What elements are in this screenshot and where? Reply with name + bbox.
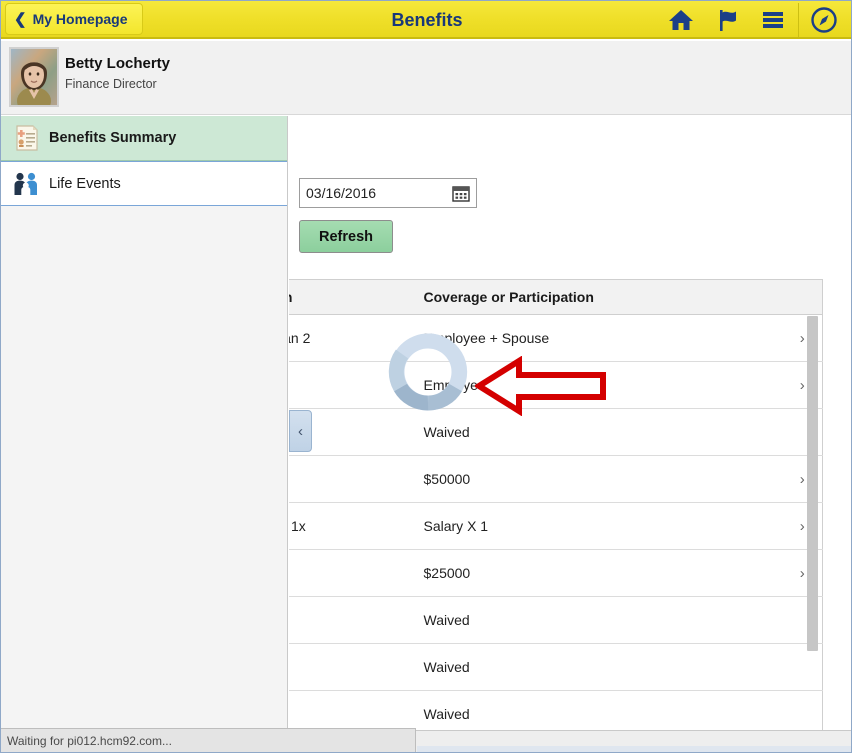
cell-coverage: Waived xyxy=(411,690,783,730)
flag-icon[interactable] xyxy=(704,1,750,39)
chevron-right-icon[interactable]: › xyxy=(800,330,805,347)
table-row[interactable]: Basic Life Plan $50000 › xyxy=(289,455,823,503)
chevron-left-icon: ❮ xyxy=(14,10,27,28)
cell-coverage: Waived xyxy=(411,408,783,456)
user-banner: Betty Locherty Finance Director xyxy=(1,41,851,115)
sidebar-item-life-events[interactable]: Life Events xyxy=(1,161,287,206)
content-panel: 03/16/2016 Refresh Coverage or Participa… xyxy=(289,116,851,730)
sidebar-item-label: Benefits Summary xyxy=(49,130,177,146)
loading-spinner xyxy=(385,329,471,415)
cell-coverage: $50000 xyxy=(411,455,783,503)
table-row[interactable]: Medical HMO Plan 2 Employee + Spouse › xyxy=(289,314,823,362)
as-of-date-field[interactable]: 03/16/2016 xyxy=(299,178,477,208)
user-job-title: Finance Director xyxy=(65,77,157,91)
top-navigation-bar: ❮ My Homepage Benefits xyxy=(1,1,851,39)
benefits-document-icon xyxy=(9,121,43,155)
cell-plan-description xyxy=(289,643,412,691)
table-row[interactable]: Waived xyxy=(289,596,823,644)
horizontal-scrollbar[interactable] xyxy=(417,746,851,752)
topbar-divider xyxy=(798,3,799,37)
browser-status-bar: Waiting for pi012.hcm92.com... xyxy=(1,728,416,752)
family-group-icon xyxy=(9,167,43,201)
column-header-blank xyxy=(782,279,823,315)
table-row[interactable]: Waived xyxy=(289,643,823,691)
calendar-icon[interactable] xyxy=(452,184,470,202)
sidebar-item-benefits-summary[interactable]: Benefits Summary xyxy=(1,116,287,161)
my-homepage-back-button[interactable]: ❮ My Homepage xyxy=(5,3,143,35)
chevron-right-icon[interactable]: › xyxy=(800,518,805,535)
cell-coverage: Salary X 1 xyxy=(411,502,783,550)
as-of-date-value: 03/16/2016 xyxy=(306,185,377,201)
benefits-table: Plan Description Coverage or Participati… xyxy=(289,279,823,730)
status-text: Waiting for pi012.hcm92.com... xyxy=(7,733,172,748)
table-row[interactable]: Flat 25K AD&D $25000 › xyxy=(289,549,823,597)
table-vertical-scrollbar[interactable] xyxy=(807,316,818,651)
sidebar-collapse-button[interactable]: ‹ xyxy=(289,410,312,452)
refresh-button[interactable]: Refresh xyxy=(299,220,393,253)
chevron-right-icon[interactable]: › xyxy=(800,377,805,394)
sidebar-item-label: Life Events xyxy=(49,175,121,192)
table-row[interactable]: Dental DMO Employee + Spouse › xyxy=(289,361,823,409)
chevron-right-icon[interactable]: › xyxy=(800,471,805,488)
table-row[interactable]: Waived xyxy=(289,690,823,730)
hamburger-menu-icon[interactable] xyxy=(750,1,796,39)
table-row[interactable]: Suppl Group Life 1x Salary X 1 › xyxy=(289,502,823,550)
cell-plan-description xyxy=(289,596,412,644)
table-row[interactable]: Waived xyxy=(289,408,823,456)
as-of-date-row: 03/16/2016 xyxy=(299,178,477,208)
cell-coverage: Waived xyxy=(411,596,783,644)
home-icon[interactable] xyxy=(658,1,704,39)
topbar-icon-group xyxy=(658,1,847,39)
column-header-coverage: Coverage or Participation xyxy=(411,279,783,315)
benefits-table-wrapper: Plan Description Coverage or Participati… xyxy=(289,279,823,730)
cell-plan-description: Flat 25K AD&D xyxy=(289,549,412,597)
user-name: Betty Locherty xyxy=(65,55,171,72)
sidebar: Benefits Summary Life Events xyxy=(1,116,288,730)
table-header-row: Plan Description Coverage or Participati… xyxy=(289,279,823,315)
navigator-compass-icon[interactable] xyxy=(801,1,847,39)
table-body: Medical HMO Plan 2 Employee + Spouse › D… xyxy=(289,314,823,730)
cell-plan-description: Basic Life Plan xyxy=(289,455,412,503)
chevron-right-icon[interactable]: › xyxy=(800,565,805,582)
column-header-plan-description: Plan Description xyxy=(289,279,412,315)
cell-coverage: Waived xyxy=(411,643,783,691)
benefits-page: ❮ My Homepage Benefits Betty Locherty Fi… xyxy=(0,0,852,753)
cell-plan-description xyxy=(289,690,412,730)
avatar xyxy=(9,47,59,107)
chevron-left-icon: ‹ xyxy=(298,422,303,440)
my-homepage-label: My Homepage xyxy=(32,11,128,27)
cell-plan-description: Suppl Group Life 1x xyxy=(289,502,412,550)
cell-coverage: $25000 xyxy=(411,549,783,597)
